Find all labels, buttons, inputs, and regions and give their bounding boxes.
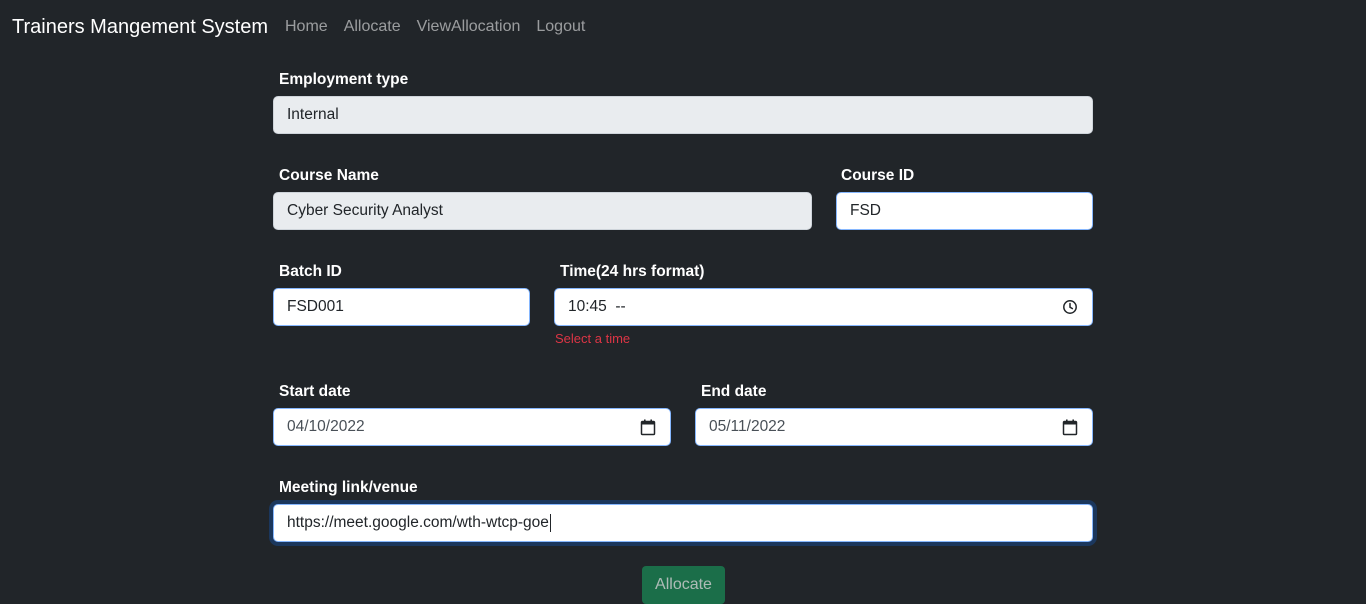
nav-link-allocate[interactable]: Allocate — [344, 18, 401, 36]
employment-type-field: Internal — [273, 96, 1093, 134]
end-date-value: 05/11/2022 — [709, 418, 786, 435]
calendar-icon[interactable] — [1061, 418, 1079, 436]
employment-type-label: Employment type — [279, 71, 409, 88]
start-date-value: 04/10/2022 — [287, 418, 365, 435]
course-name-label: Course Name — [279, 167, 379, 184]
end-date-input[interactable]: 05/11/2022 — [695, 408, 1093, 446]
course-name-field: Cyber Security Analyst — [273, 192, 812, 230]
course-id-input[interactable]: FSD — [836, 192, 1093, 230]
time-error-message: Select a time — [555, 331, 631, 346]
course-name-value: Cyber Security Analyst — [287, 202, 443, 219]
start-date-input[interactable]: 04/10/2022 — [273, 408, 671, 446]
text-caret — [549, 513, 551, 532]
batch-id-label: Batch ID — [279, 263, 342, 280]
nav-link-logout[interactable]: Logout — [536, 18, 585, 36]
end-date-label: End date — [701, 383, 767, 400]
nav-links: Home Allocate ViewAllocation Logout — [285, 18, 601, 36]
nav-link-view-allocation[interactable]: ViewAllocation — [417, 18, 521, 36]
employment-type-value: Internal — [287, 106, 339, 123]
nav-link-home[interactable]: Home — [285, 18, 328, 36]
start-date-label: Start date — [279, 383, 351, 400]
course-id-label: Course ID — [841, 167, 915, 184]
meeting-link-input[interactable]: https://meet.google.com/wth-wtcp-goe — [273, 504, 1093, 542]
batch-id-value: FSD001 — [287, 298, 344, 315]
meeting-link-value: https://meet.google.com/wth-wtcp-goe — [287, 514, 549, 532]
navbar: Trainers Mangement System Home Allocate … — [0, 0, 1366, 58]
meeting-link-label: Meeting link/venue — [279, 479, 418, 496]
time-label: Time(24 hrs format) — [560, 263, 705, 280]
batch-id-input[interactable]: FSD001 — [273, 288, 530, 326]
allocate-button[interactable]: Allocate — [642, 566, 725, 604]
calendar-icon[interactable] — [639, 418, 657, 436]
brand-title[interactable]: Trainers Mangement System — [12, 16, 268, 39]
course-id-value: FSD — [850, 202, 881, 219]
clock-icon[interactable] — [1061, 298, 1079, 316]
time-input[interactable]: 10:45 -- — [554, 288, 1093, 326]
time-value: 10:45 -- — [568, 298, 626, 315]
